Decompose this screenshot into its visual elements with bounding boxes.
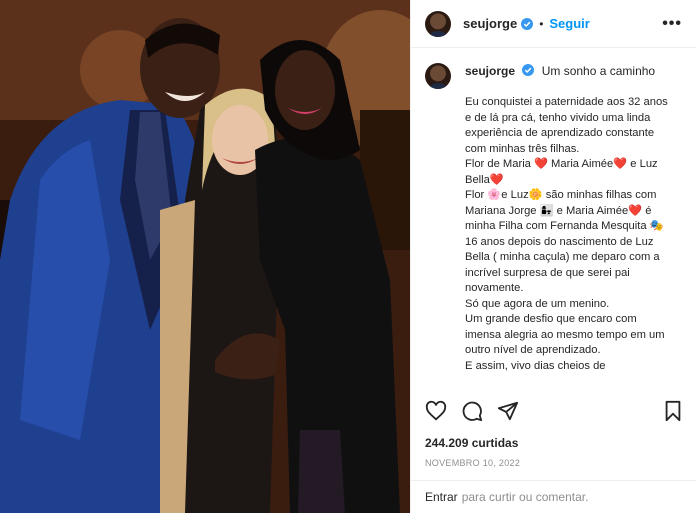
photo-illustration [0, 0, 410, 513]
separator-dot: • [539, 16, 544, 31]
caption-section: seujorge Um sonho a caminho Eu conquiste… [411, 48, 696, 388]
comment-icon[interactable] [461, 400, 483, 422]
comment-prompt: para curtir ou comentar. [461, 490, 589, 504]
post-side-panel: seujorge • Seguir ••• seujorge Um sonho … [410, 0, 696, 513]
caption-column: seujorge Um sonho a caminho Eu conquiste… [465, 64, 682, 388]
caption-body: Eu conquistei a paternidade aos 32 anos … [465, 96, 668, 372]
caption-header: seujorge Um sonho a caminho [465, 64, 682, 79]
post-header: seujorge • Seguir ••• [411, 0, 696, 48]
post-photo[interactable] [0, 0, 410, 513]
action-bar [411, 396, 696, 426]
login-link[interactable]: Entrar [425, 490, 458, 504]
verified-badge-icon [522, 64, 535, 76]
bookmark-icon[interactable] [663, 400, 683, 422]
post-date[interactable]: NOVEMBRO 10, 2022 [425, 458, 520, 468]
caption-title: Um sonho a caminho [541, 64, 656, 78]
caption-avatar[interactable] [425, 63, 451, 89]
heart-icon[interactable] [425, 400, 447, 422]
verified-badge-icon [521, 17, 534, 30]
send-icon[interactable] [497, 400, 519, 422]
username-link[interactable]: seujorge [463, 16, 517, 31]
follow-button[interactable]: Seguir [549, 16, 589, 31]
likes-count[interactable]: 244.209 curtidas [425, 436, 518, 450]
more-options-icon[interactable]: ••• [662, 15, 682, 33]
caption-username-link[interactable]: seujorge [465, 64, 515, 78]
comment-bar: Entrar para curtir ou comentar. [411, 480, 696, 513]
avatar[interactable] [425, 10, 451, 37]
